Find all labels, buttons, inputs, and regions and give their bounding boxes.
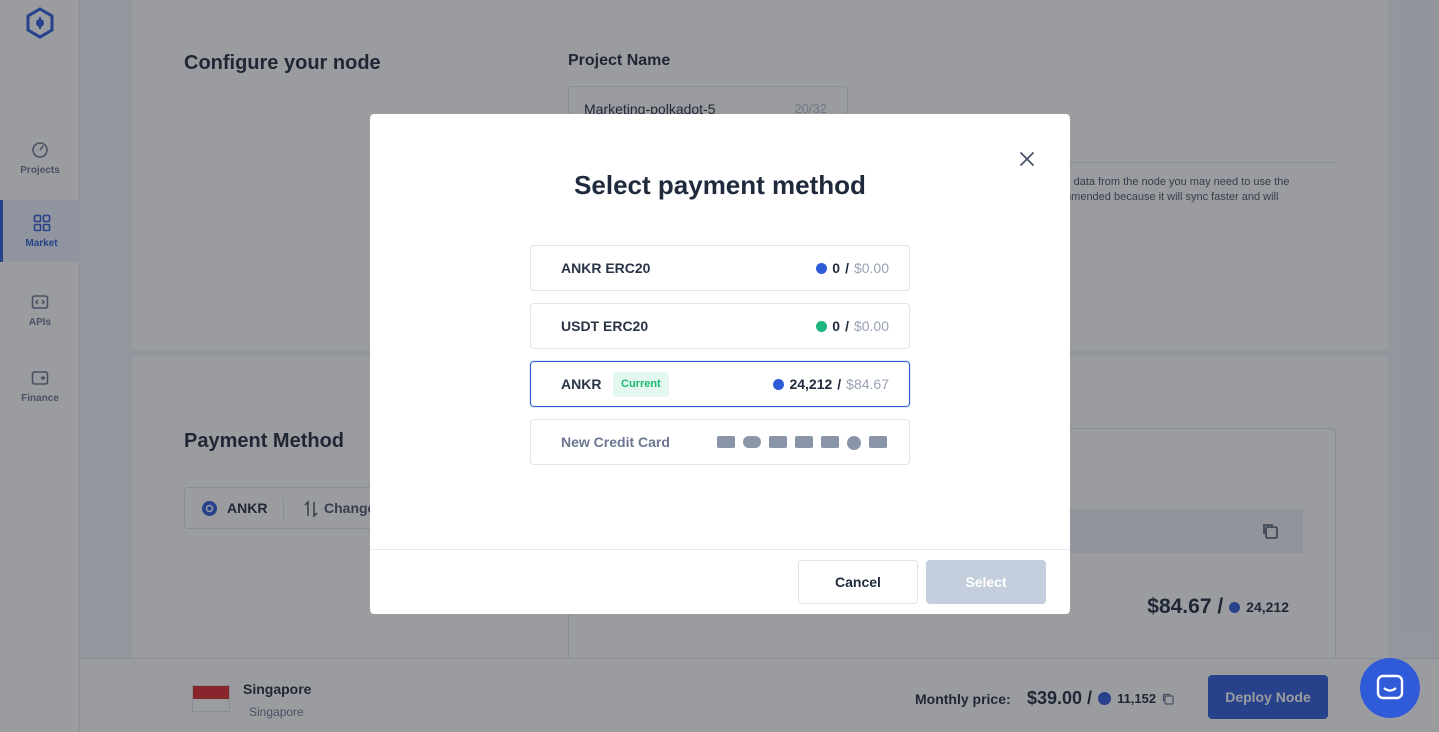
option-amount: 0	[832, 260, 841, 276]
payment-option-usdt-erc20[interactable]: USDT ERC20 0 / $0.00	[530, 303, 910, 349]
discover-card-icon	[821, 436, 839, 448]
diners-card-icon	[847, 436, 861, 450]
card-brands	[717, 436, 887, 450]
option-usd: $84.67	[846, 376, 889, 392]
close-icon[interactable]	[1018, 150, 1036, 168]
slash-separator: /	[845, 260, 849, 276]
payment-option-ankr[interactable]: ANKR Current 24,212 / $84.67	[530, 361, 910, 407]
unionpay-card-icon	[869, 436, 887, 448]
visa-card-icon	[717, 436, 735, 448]
chat-support-button[interactable]	[1360, 658, 1420, 718]
option-balance: 24,212 / $84.67	[773, 376, 889, 392]
current-badge: Current	[613, 372, 669, 397]
modal-title: Select payment method	[574, 170, 866, 200]
option-amount: 24,212	[789, 376, 833, 392]
select-payment-modal: Select payment method ANKR ERC20 0 / $0.…	[370, 114, 1070, 614]
usdt-coin-icon	[816, 320, 828, 332]
amex-card-icon	[769, 436, 787, 448]
payment-option-ankr-erc20[interactable]: ANKR ERC20 0 / $0.00	[530, 245, 910, 291]
slash-separator: /	[837, 376, 842, 392]
select-button[interactable]: Select	[926, 560, 1046, 604]
option-balance: 0 / $0.00	[816, 260, 889, 276]
cancel-button[interactable]: Cancel	[798, 560, 918, 604]
chat-icon	[1376, 674, 1404, 700]
payment-option-new-credit-card[interactable]: New Credit Card	[530, 419, 910, 465]
ankr-coin-icon	[816, 262, 828, 274]
option-name: New Credit Card	[561, 434, 670, 450]
option-usd: $0.00	[853, 260, 889, 276]
mastercard-icon	[743, 436, 761, 448]
jcb-card-icon	[795, 436, 813, 448]
option-name: USDT ERC20	[561, 318, 649, 334]
option-amount: 0	[832, 318, 841, 334]
ankr-coin-icon	[773, 378, 785, 390]
option-usd: $0.00	[853, 318, 889, 334]
option-name: ANKR ERC20	[561, 260, 651, 276]
option-name: ANKR	[561, 376, 602, 392]
modal-footer-divider	[370, 549, 1070, 550]
slash-separator: /	[845, 318, 849, 334]
option-balance: 0 / $0.00	[816, 318, 889, 334]
